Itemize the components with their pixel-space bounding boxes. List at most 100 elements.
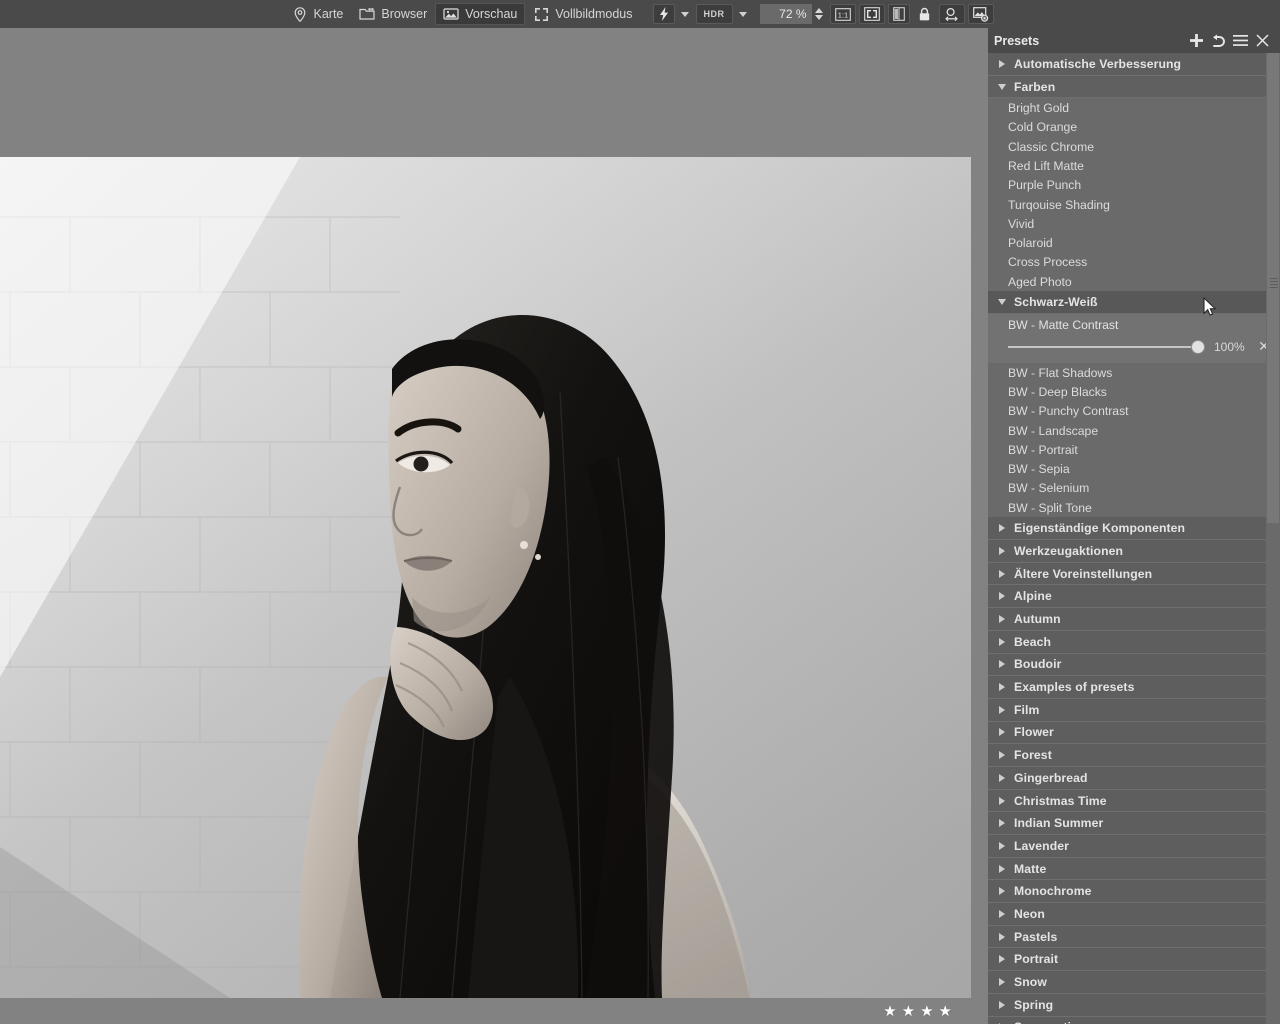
preset-group-header[interactable]: Pastels [988, 926, 1280, 949]
chevron-right-icon[interactable] [996, 885, 1008, 897]
preset-item[interactable]: BW - Punchy Contrast [988, 402, 1280, 421]
chevron-right-icon[interactable] [996, 863, 1008, 875]
preset-group-header[interactable]: Boudoir [988, 654, 1280, 677]
preset-item[interactable]: Purple Punch [988, 176, 1280, 195]
undo-icon[interactable] [1208, 31, 1228, 51]
menu-icon[interactable] [1230, 31, 1250, 51]
preset-group-header[interactable]: Flower [988, 722, 1280, 745]
chevron-right-icon[interactable] [996, 817, 1008, 829]
rating-star-4[interactable]: ★ [939, 1004, 952, 1019]
chevron-right-icon[interactable] [996, 840, 1008, 852]
toolbar-button-karte[interactable]: Karte [284, 3, 352, 25]
chevron-right-icon[interactable] [996, 613, 1008, 625]
preset-group-header[interactable]: Film [988, 699, 1280, 722]
spinner-up-icon[interactable] [815, 8, 823, 13]
chevron-right-icon[interactable] [996, 658, 1008, 670]
preset-group-header[interactable]: Werkzeugaktionen [988, 540, 1280, 563]
preset-item[interactable]: Vivid [988, 214, 1280, 233]
chevron-right-icon[interactable] [996, 726, 1008, 738]
chevron-right-icon[interactable] [996, 931, 1008, 943]
slider-handle[interactable] [1192, 341, 1204, 353]
chevron-right-icon[interactable] [996, 568, 1008, 580]
preset-item[interactable]: BW - Portrait [988, 440, 1280, 459]
preset-item[interactable]: Cross Process [988, 253, 1280, 272]
preset-group-header[interactable]: Gingerbread [988, 767, 1280, 790]
preset-item[interactable]: BW - Selenium [988, 479, 1280, 498]
preset-group-header[interactable]: Monochrome [988, 880, 1280, 903]
preview-photo[interactable] [0, 157, 971, 998]
lightning-chevron-down-icon[interactable] [681, 12, 689, 17]
preset-group-header[interactable]: Automatische Verbesserung [988, 53, 1280, 76]
preset-group-header[interactable]: Snow [988, 971, 1280, 994]
preset-group-header[interactable]: Matte [988, 858, 1280, 881]
chevron-right-icon[interactable] [996, 749, 1008, 761]
chevron-down-icon[interactable] [996, 296, 1008, 308]
image-settings-icon[interactable] [968, 4, 994, 24]
chevron-right-icon[interactable] [996, 545, 1008, 557]
preset-item[interactable]: Turqouise Shading [988, 195, 1280, 214]
preset-item[interactable]: Classic Chrome [988, 137, 1280, 156]
preset-item[interactable]: Bright Gold [988, 98, 1280, 117]
chevron-right-icon[interactable] [996, 953, 1008, 965]
preset-amount-slider[interactable] [1008, 341, 1204, 353]
presets-list[interactable]: Automatische VerbesserungFarbenBright Go… [988, 53, 1280, 1024]
preset-group-header[interactable]: Spring [988, 994, 1280, 1017]
preset-group-header[interactable]: Forest [988, 744, 1280, 767]
toolbar-button-browser[interactable]: Browser [351, 3, 435, 25]
rating-star-1[interactable]: ★ [883, 1004, 896, 1019]
chevron-right-icon[interactable] [996, 795, 1008, 807]
toolbar-button-vorschau[interactable]: Vorschau [435, 3, 525, 25]
one-to-one-icon[interactable]: 1:1 [830, 4, 856, 24]
preset-item[interactable]: BW - Deep Blacks [988, 382, 1280, 401]
rating-star-3[interactable]: ★ [920, 1004, 933, 1019]
chevron-right-icon[interactable] [996, 58, 1008, 70]
lock-icon[interactable] [913, 4, 936, 24]
preset-item[interactable]: Red Lift Matte [988, 156, 1280, 175]
rating-star-2[interactable]: ★ [902, 1004, 915, 1019]
soft-proof-icon[interactable] [939, 4, 965, 24]
chevron-right-icon[interactable] [996, 704, 1008, 716]
preset-item[interactable]: Aged Photo [988, 272, 1280, 291]
preset-item[interactable]: Polaroid [988, 233, 1280, 252]
add-preset-icon[interactable] [1186, 31, 1206, 51]
hdr-chevron-down-icon[interactable] [739, 12, 747, 17]
preset-group-header[interactable]: Indian Summer [988, 812, 1280, 835]
chevron-right-icon[interactable] [996, 522, 1008, 534]
preset-group-header[interactable]: Ältere Voreinstellungen [988, 563, 1280, 586]
presets-scrollbar[interactable] [1266, 53, 1280, 1024]
preset-item[interactable]: BW - Flat Shadows [988, 363, 1280, 382]
preset-item[interactable]: BW - Sepia [988, 460, 1280, 479]
preset-group-header[interactable]: Beach [988, 631, 1280, 654]
chevron-right-icon[interactable] [996, 976, 1008, 988]
preset-group-header[interactable]: Alpine [988, 585, 1280, 608]
chevron-right-icon[interactable] [996, 772, 1008, 784]
preset-group-header[interactable]: Summertime [988, 1017, 1280, 1024]
preset-group-header[interactable]: Schwarz-Weiß [988, 291, 1280, 314]
chevron-down-icon[interactable] [996, 81, 1008, 93]
preset-group-header[interactable]: Christmas Time [988, 790, 1280, 813]
preset-item-selected[interactable]: BW - Matte Contrast100%✕ [988, 314, 1280, 363]
lightning-bolt-icon[interactable] [653, 4, 675, 24]
preset-group-header[interactable]: Lavender [988, 835, 1280, 858]
zoom-stepper[interactable] [815, 8, 823, 20]
hdr-button[interactable]: HDR [696, 4, 733, 24]
preset-group-header[interactable]: Autumn [988, 608, 1280, 631]
chevron-right-icon[interactable] [996, 681, 1008, 693]
preset-item[interactable]: BW - Split Tone [988, 498, 1280, 517]
chevron-right-icon[interactable] [996, 636, 1008, 648]
preset-group-header[interactable]: Farben [988, 76, 1280, 99]
preset-group-header[interactable]: Portrait [988, 948, 1280, 971]
preset-item[interactable]: Cold Orange [988, 118, 1280, 137]
fit-to-screen-icon[interactable] [859, 4, 885, 24]
compare-split-icon[interactable] [888, 4, 910, 24]
image-canvas[interactable]: ★ ★ ★ ★ [0, 28, 990, 1024]
close-icon[interactable] [1252, 31, 1272, 51]
toolbar-button-vollbildmodus[interactable]: Vollbildmodus [525, 3, 640, 25]
preset-group-header[interactable]: Neon [988, 903, 1280, 926]
chevron-right-icon[interactable] [996, 999, 1008, 1011]
spinner-down-icon[interactable] [815, 15, 823, 20]
presets-scrollbar-thumb[interactable] [1267, 53, 1279, 523]
chevron-right-icon[interactable] [996, 908, 1008, 920]
preset-item[interactable]: BW - Landscape [988, 421, 1280, 440]
preset-group-header[interactable]: Eigenständige Komponenten [988, 517, 1280, 540]
